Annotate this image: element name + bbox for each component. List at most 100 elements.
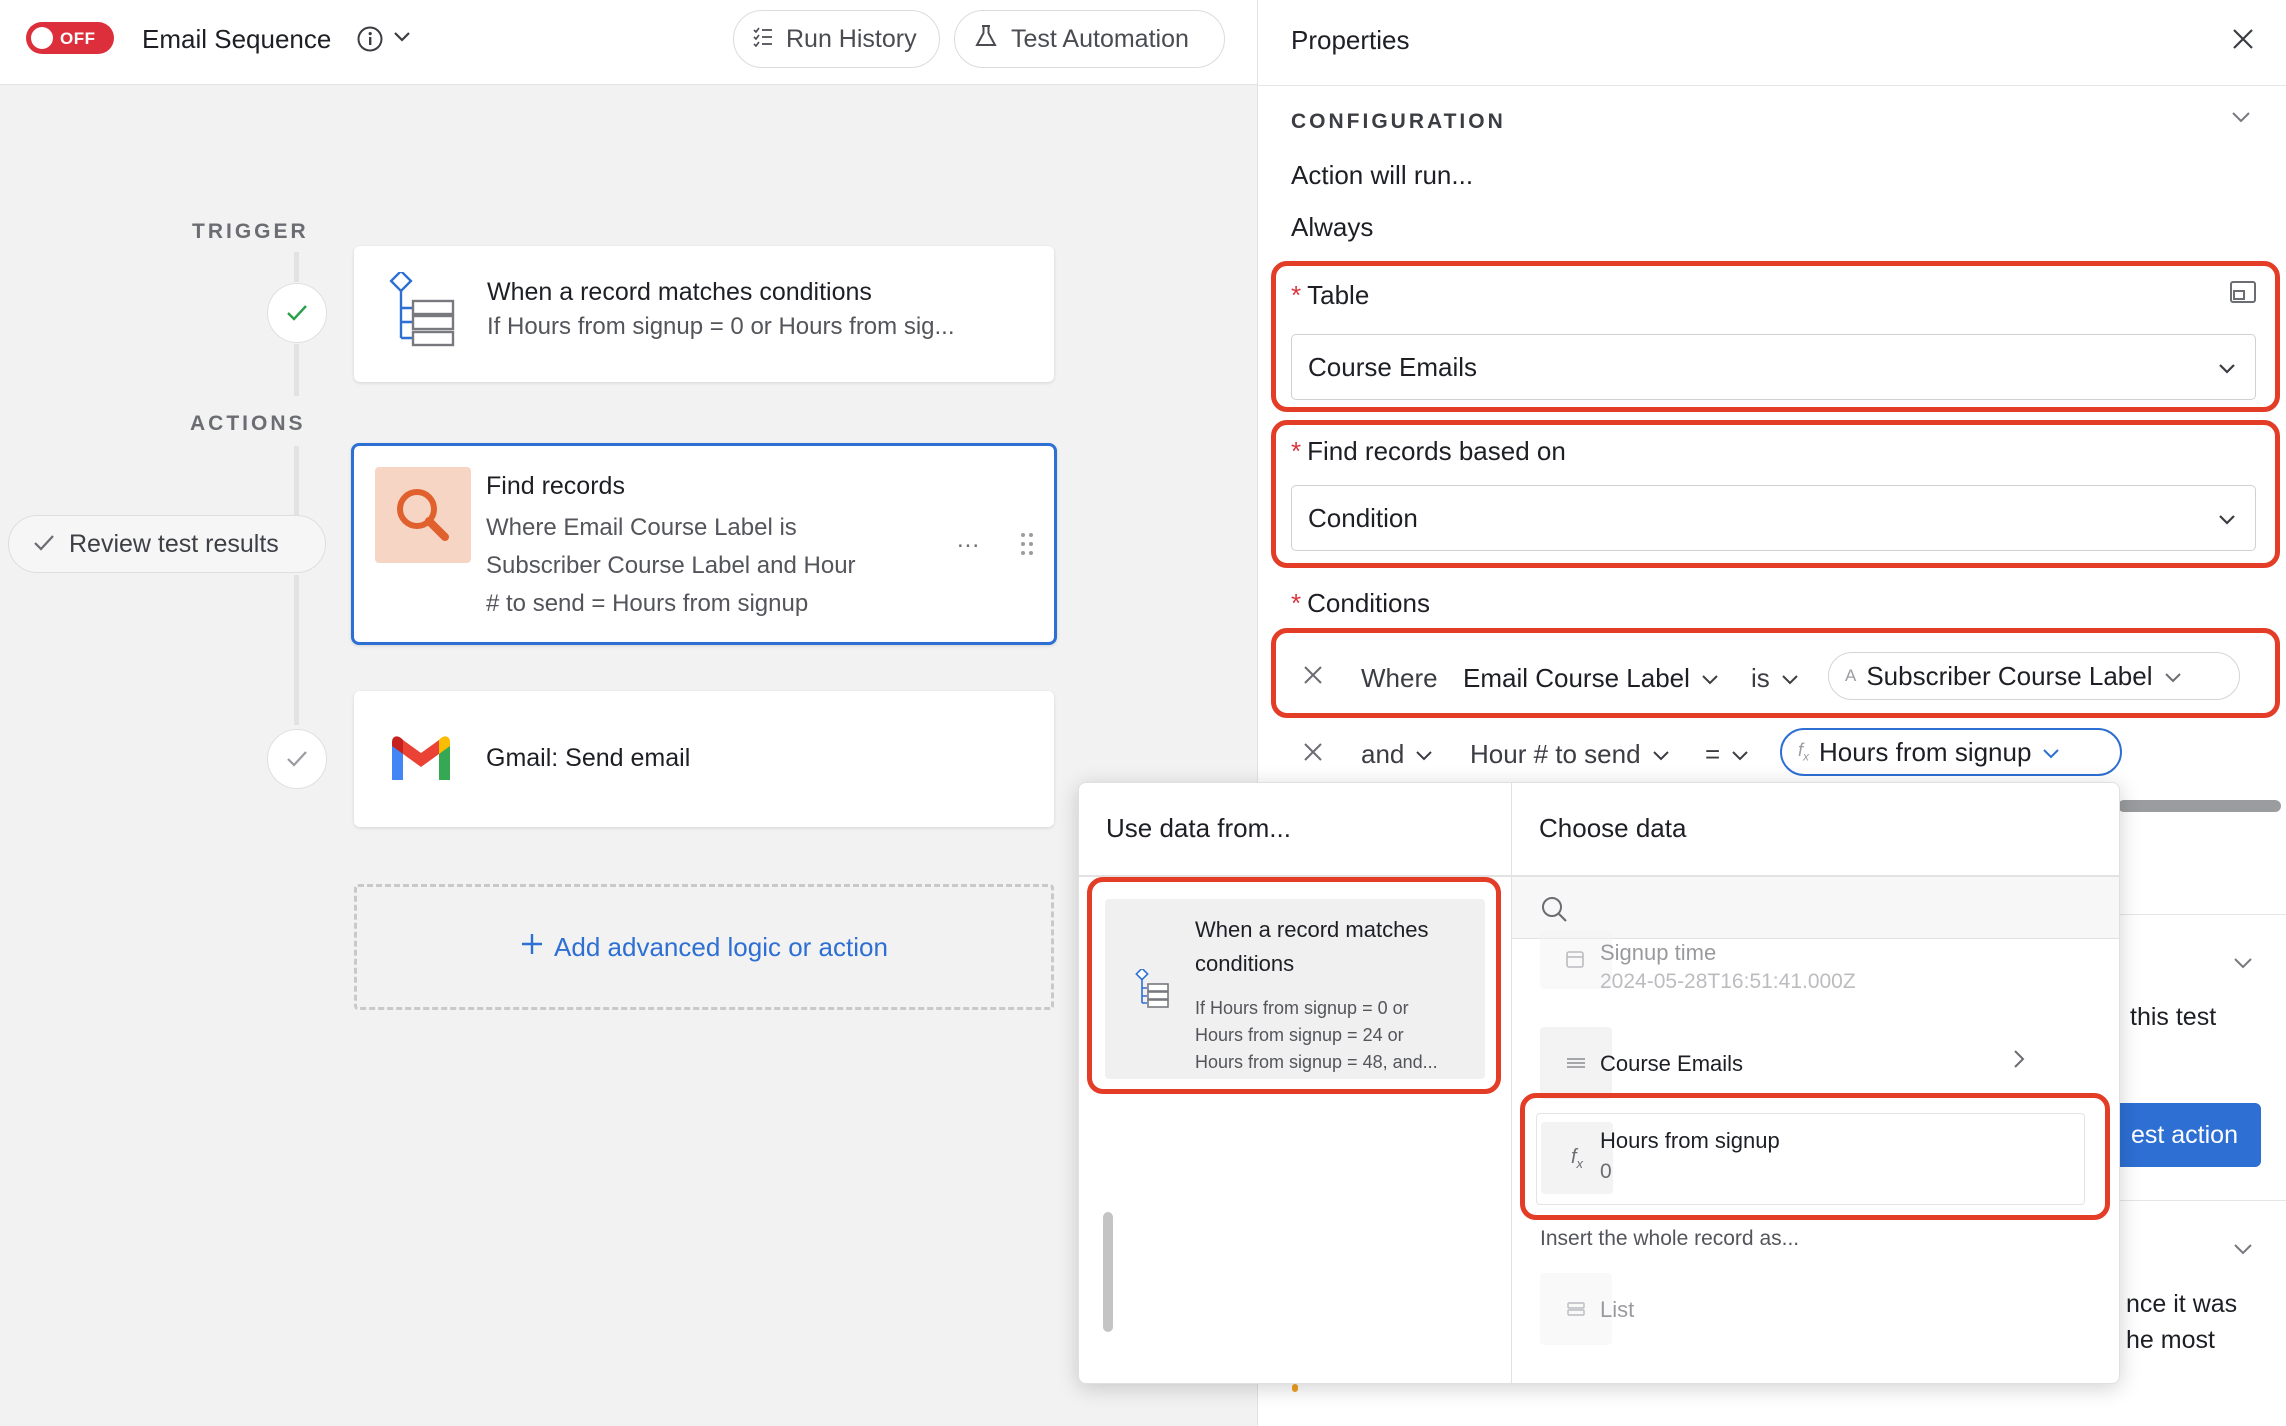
trigger-card-title: When a record matches conditions — [487, 278, 872, 306]
connector-line — [294, 344, 299, 396]
close-icon[interactable] — [2230, 26, 2256, 57]
trigger-card[interactable]: When a record matches conditions If Hour… — [354, 246, 1054, 382]
add-advanced-logic-button[interactable]: Add advanced logic or action — [354, 884, 1054, 1010]
chevron-down-icon[interactable] — [2232, 1242, 2254, 1261]
data-source-title: When a record matches conditions — [1195, 917, 1429, 976]
condition-where-label: Where — [1361, 663, 1438, 693]
conditions-tree-icon — [1135, 967, 1171, 1014]
table-select-value: Course Emails — [1308, 351, 1478, 382]
condition-operator-select[interactable]: is — [1751, 663, 1800, 694]
condition-conjunction-select[interactable]: and — [1361, 739, 1434, 770]
plus-icon — [520, 932, 544, 963]
data-source-sub-line: Hours from signup = 24 or — [1195, 1025, 1404, 1045]
data-source-subtitle: If Hours from signup = 0 or Hours from s… — [1195, 995, 1480, 1076]
popover-scrollbar[interactable] — [1103, 1212, 1113, 1332]
data-picker-popover: Use data from... When a record matches c… — [1078, 782, 2120, 1384]
connector-line — [294, 446, 299, 516]
list-icon — [752, 25, 774, 54]
info-icon[interactable] — [356, 25, 384, 58]
data-field-item[interactable]: fx Hours from signup 0 — [1536, 1113, 2085, 1205]
remove-condition-icon[interactable] — [1302, 664, 1324, 691]
find-records-line-1: Where Email Course Label is — [486, 514, 797, 541]
gmail-card-title: Gmail: Send email — [486, 744, 691, 772]
drag-handle-icon[interactable] — [1020, 532, 1034, 561]
top-bar: OFF Email Sequence Run History Test Auto… — [0, 0, 1257, 85]
find-based-select[interactable]: Condition — [1291, 485, 2256, 551]
connector-line — [294, 575, 299, 725]
data-source-sub-line: If Hours from signup = 0 or — [1195, 998, 1409, 1018]
chevron-down-icon — [2217, 503, 2237, 534]
actions-section-label: ACTIONS — [190, 412, 306, 435]
automation-title[interactable]: Email Sequence — [142, 24, 331, 55]
chevron-down-icon — [2041, 737, 2061, 768]
automation-toggle[interactable]: OFF — [26, 22, 114, 54]
choose-data-column: Choose data Signup time 2024-05-28T16:51… — [1512, 783, 2119, 1383]
remove-condition-icon[interactable] — [1302, 741, 1324, 768]
trigger-status-check — [267, 283, 327, 343]
more-options-button[interactable]: ... — [957, 526, 980, 554]
chevron-down-icon — [2217, 352, 2237, 383]
table-field-label: * Table — [1291, 280, 1370, 310]
condition-field-select[interactable]: Email Course Label — [1463, 663, 1720, 694]
data-field-value: 0 — [1600, 1160, 1612, 1183]
configuration-heading: CONFIGURATION — [1291, 110, 1506, 133]
review-test-results-label: Review test results — [69, 529, 279, 558]
run-history-button[interactable]: Run History — [733, 10, 940, 68]
list-option-label: List — [1600, 1297, 1635, 1322]
formula-icon: fx — [1798, 740, 1810, 764]
data-field-name: Signup time — [1600, 940, 1717, 965]
condition-value-text: Hours from signup — [1819, 736, 2032, 767]
run-history-label: Run History — [786, 24, 917, 53]
test-automation-button[interactable]: Test Automation — [954, 10, 1225, 68]
connector-line — [294, 252, 299, 282]
find-records-card[interactable]: Find records Where Email Course Label is… — [351, 443, 1057, 645]
use-data-from-heading: Use data from... — [1106, 813, 1291, 843]
data-search-input[interactable] — [1512, 877, 2119, 939]
gmail-status-check — [267, 729, 327, 789]
conditions-tree-icon — [388, 269, 458, 355]
search-icon — [375, 467, 471, 563]
data-source-sub-line: Hours from signup = 48, and... — [1195, 1052, 1438, 1072]
find-based-field-label: * Find records based on — [1291, 436, 1566, 466]
divider — [1079, 875, 1512, 877]
text-field-icon: A — [1845, 666, 1857, 685]
chevron-down-icon[interactable] — [392, 30, 412, 49]
beaker-icon — [973, 23, 999, 56]
insert-whole-record-label: Insert the whole record as... — [1540, 1227, 1800, 1250]
data-source-item[interactable]: When a record matches conditions If Hour… — [1105, 899, 1485, 1079]
condition-field-select[interactable]: Hour # to send — [1470, 739, 1671, 770]
expand-panel-icon[interactable] — [2229, 280, 2257, 309]
chevron-down-icon — [1651, 739, 1671, 770]
chevron-down-icon — [2163, 661, 2183, 692]
condition-value-token[interactable]: fx Hours from signup — [1780, 728, 2122, 776]
action-will-run-label: Action will run... — [1291, 160, 1474, 190]
test-action-button[interactable]: est action — [2108, 1103, 2261, 1167]
gmail-card[interactable]: Gmail: Send email — [354, 691, 1054, 827]
collapse-chevron-icon[interactable] — [2230, 110, 2252, 129]
data-field-name: Hours from signup — [1600, 1128, 1780, 1153]
toggle-label: OFF — [60, 29, 96, 48]
condition-operator-select[interactable]: = — [1705, 739, 1750, 770]
choose-data-heading: Choose data — [1539, 813, 1687, 843]
divider — [1258, 85, 2286, 86]
chevron-down-icon[interactable] — [2232, 956, 2254, 975]
find-based-select-value: Condition — [1308, 502, 1418, 533]
chevron-down-icon — [1414, 739, 1434, 770]
find-based-label-text: Find records based on — [1307, 436, 1566, 466]
condition-value-token[interactable]: A Subscriber Course Label — [1828, 652, 2240, 700]
test-section-text: this test — [2130, 1003, 2217, 1031]
run-mode-value[interactable]: Always — [1291, 212, 1373, 243]
properties-title: Properties — [1291, 25, 1410, 55]
table-select[interactable]: Course Emails — [1291, 334, 2256, 400]
trigger-section-label: TRIGGER — [192, 220, 309, 243]
add-advanced-logic-label: Add advanced logic or action — [554, 931, 888, 962]
scroll-indicator — [2118, 800, 2281, 812]
section-text-line-1: nce it was — [2126, 1290, 2238, 1318]
condition-value-text: Subscriber Course Label — [1866, 660, 2153, 691]
conditions-label-text: Conditions — [1307, 588, 1430, 618]
search-icon — [1540, 895, 1568, 928]
condition-field-value: Hour # to send — [1470, 739, 1641, 769]
chevron-right-icon — [2012, 1048, 2026, 1075]
review-test-results-button[interactable]: Review test results — [8, 515, 326, 573]
gmail-icon — [388, 734, 454, 789]
